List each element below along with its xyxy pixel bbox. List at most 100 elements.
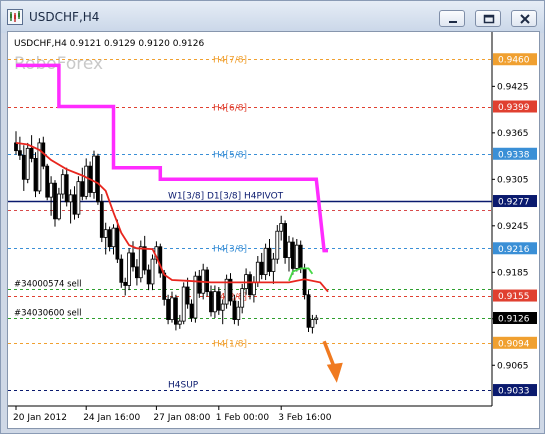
candle-bear [29, 147, 34, 159]
minimize-button[interactable] [439, 10, 465, 27]
candle-bull [138, 246, 143, 279]
candle-bear [135, 266, 139, 279]
x-tick-label: 1 Feb 00:00 [216, 413, 270, 423]
candle-bear [21, 154, 26, 180]
candle-bull [84, 165, 89, 197]
level-label: H4[1/8] [213, 340, 247, 350]
price-label: 0.9338 [498, 150, 530, 160]
candle-bear [209, 291, 213, 313]
y-tick-label: 0.9425 [497, 82, 529, 92]
x-tick-label: 24 Jan 16:00 [83, 413, 140, 423]
candle-bear [14, 142, 18, 152]
candle-bear [131, 252, 135, 268]
candle-bull [310, 319, 315, 328]
candle-bull [220, 303, 225, 311]
price-label: 0.9033 [498, 387, 530, 397]
candle-bear [115, 227, 120, 260]
restore-button[interactable] [475, 10, 501, 27]
window-title: USDCHF,H4 [29, 10, 100, 24]
chart-header-text: USDCHF,H4 0.9121 0.9129 0.9120 0.9126 [14, 39, 204, 49]
price-label: 0.9126 [498, 315, 530, 325]
candle-bull [275, 230, 280, 260]
candle-bear [298, 244, 303, 269]
candle-bull [170, 297, 174, 320]
y-tick-label: 0.9305 [497, 175, 529, 185]
level-label: H4[5/8] [213, 151, 247, 161]
order-label: #34000574 sell [14, 280, 81, 290]
candle-bull [279, 223, 284, 232]
order-label: #34030600 sell [14, 309, 81, 319]
candle-bear [72, 194, 77, 215]
candle-bear [290, 241, 295, 269]
candle-bull [294, 244, 299, 269]
candle-bear [146, 269, 151, 285]
candle-bull [287, 241, 291, 258]
candle-bear [232, 300, 237, 320]
minimize-icon [449, 21, 457, 23]
restore-icon [483, 14, 495, 24]
candle-bear [189, 303, 194, 319]
candle-bull [212, 291, 217, 313]
level-label: W1[3/8] D1[3/8] H4PIVOT [168, 192, 284, 202]
candle-bull [271, 258, 276, 272]
candle-bull [68, 194, 73, 203]
candle-bear [185, 286, 190, 305]
x-tick-label: 3 Feb 16:00 [278, 413, 332, 423]
candle-bear [119, 258, 124, 283]
x-tick-label: 20 Jan 2012 [13, 413, 67, 423]
candle-bear [166, 299, 171, 320]
candle-bear [142, 246, 147, 271]
candle-bear [205, 269, 210, 293]
candle-bear [302, 268, 307, 296]
x-tick-label: 27 Jan 08:00 [153, 413, 210, 423]
candle-bear [283, 223, 288, 258]
candle-bull [25, 147, 30, 180]
level-label: H4SUP [168, 381, 199, 391]
candle-bull [49, 182, 53, 198]
candle-bull [240, 288, 245, 308]
candle-bear [80, 181, 85, 197]
level-label: H4[3/8] [213, 245, 247, 255]
candle-bull [255, 261, 260, 283]
candle-bull [236, 306, 241, 320]
candle-bear [173, 297, 178, 325]
candle-bull [111, 227, 116, 248]
price-chart[interactable]: RoboForexUSDCHF,H4 0.9121 0.9129 0.9120 … [8, 32, 539, 428]
candle-bull [251, 281, 256, 296]
price-label: 0.9277 [498, 198, 530, 208]
price-label: 0.9094 [498, 339, 530, 349]
candle-bull [103, 229, 108, 238]
close-button[interactable] [511, 10, 537, 27]
y-tick-label: 0.9065 [497, 361, 529, 371]
price-label: 0.9216 [498, 245, 530, 255]
candle-bull [193, 275, 198, 319]
candle-bear [248, 274, 252, 296]
candle-bull [263, 247, 268, 276]
level-label: H4[6/8] [213, 104, 247, 114]
candle-bear [17, 150, 22, 156]
y-tick-label: 0.9185 [497, 268, 529, 278]
candle-bear [216, 291, 221, 311]
price-label: 0.9155 [498, 292, 530, 302]
candle-bear [267, 247, 272, 272]
candle-bear [99, 201, 104, 238]
candle-bear [33, 158, 38, 192]
candle-bear [96, 155, 100, 203]
chart-window: USDCHF,H4 RoboForex USDCHF,H4 0.9121 0.91… [0, 0, 545, 434]
candle-bull [60, 174, 65, 195]
candle-bull [150, 258, 155, 285]
level-label: H4[7/8] [213, 56, 247, 66]
candle-bear [107, 229, 112, 248]
candle-bull [314, 317, 319, 320]
candle-bear [53, 182, 57, 220]
candle-bull [92, 155, 96, 193]
chart-background [8, 32, 539, 428]
candle-bull [127, 252, 131, 286]
y-tick-label: 0.9365 [497, 129, 529, 139]
title-bar[interactable]: USDCHF,H4 [1, 1, 544, 33]
price-label: 0.9460 [498, 56, 530, 66]
chart-window-icon [7, 9, 23, 25]
y-tick-label: 0.9245 [497, 222, 529, 232]
chart-area[interactable]: RoboForex USDCHF,H4 0.9121 0.9129 0.9120 … [7, 31, 540, 429]
candle-bull [181, 286, 186, 322]
